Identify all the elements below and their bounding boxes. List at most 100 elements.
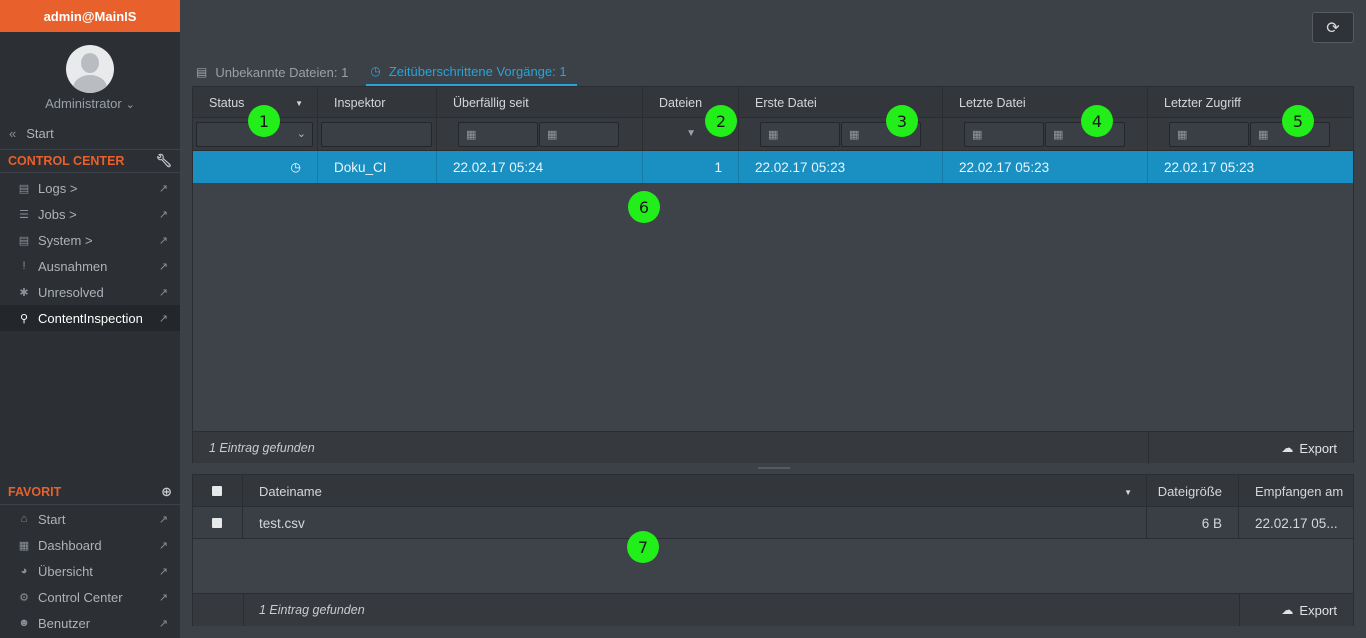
letzte-datei-from-date[interactable]: ▦: [964, 122, 1044, 147]
tab-zeitueberschrittene-vorgaenge[interactable]: ◷ Zeitüberschrittene Vorgänge: 1: [366, 58, 577, 86]
home-icon: ⌂: [20, 513, 28, 525]
calendar-icon: ▦: [1258, 129, 1269, 141]
external-link-icon[interactable]: ↗: [159, 591, 168, 604]
annotation-marker: 6: [628, 191, 660, 223]
cell-letzter-zugriff: 22.02.17 05:23: [1164, 159, 1255, 175]
column-header-dateigroesse[interactable]: Dateigröße: [1147, 475, 1239, 507]
caret-down-icon[interactable]: ▼: [295, 99, 303, 108]
wrench-icon[interactable]: 🔧︎: [155, 153, 172, 169]
annotation-marker: 7: [627, 531, 659, 563]
ueberfaellig-to-date[interactable]: ▦: [539, 122, 619, 147]
column-header-inspektor[interactable]: Inspektor: [318, 87, 437, 118]
tab-bar: ▤ Unbekannte Dateien: 1 ◷ Zeitüberschrit…: [192, 58, 585, 86]
column-header-letzte-datei[interactable]: Letzte Datei: [943, 87, 1148, 118]
favorit-header: FAVORIT ⊕: [0, 481, 180, 503]
external-link-icon[interactable]: ↗: [159, 312, 168, 325]
overdue-processes-grid: Status ▼ Inspektor Überfällig seit Dateie…: [192, 86, 1354, 464]
grid-footer: 1 Eintrag gefunden ☁ Export: [193, 431, 1353, 464]
user-menu[interactable]: Administrator ⌄: [0, 96, 180, 111]
sidebar-item-ausnahmen[interactable]: ! Ausnahmen ↗: [0, 253, 180, 279]
favorite-item-dashboard[interactable]: ▦ Dashboard ↗: [0, 532, 180, 558]
nav-back-start[interactable]: « Start: [9, 126, 54, 141]
letzter-zugriff-from-date[interactable]: ▦: [1169, 122, 1249, 147]
annotation-marker: 4: [1081, 105, 1113, 137]
inspektor-filter-input[interactable]: [321, 122, 432, 147]
favorite-item-uebersicht[interactable]: ◕ Übersicht ↗: [0, 558, 180, 584]
filter-funnel-icon[interactable]: ▼: [686, 128, 696, 139]
external-link-icon[interactable]: ↗: [159, 565, 168, 578]
splitter-handle[interactable]: [758, 467, 790, 469]
external-link-icon[interactable]: ↗: [159, 182, 168, 195]
row-checkbox[interactable]: [212, 518, 222, 528]
caret-down-icon[interactable]: ▼: [1124, 488, 1132, 497]
clock-icon: ◷: [290, 160, 301, 174]
record-count: 1 Eintrag gefunden: [209, 441, 315, 455]
external-link-icon[interactable]: ↗: [159, 539, 168, 552]
grid-header: Dateiname ▼ Dateigröße Empfangen am: [193, 475, 1353, 507]
files-grid: Dateiname ▼ Dateigröße Empfangen am test.…: [192, 474, 1354, 626]
calendar-icon: ▦: [1177, 129, 1188, 141]
cell-empfangen-am: 22.02.17 05...: [1255, 515, 1338, 531]
main-panel: ⟳ ▤ Unbekannte Dateien: 1 ◷ Zeitüberschr…: [180, 0, 1366, 638]
sidebar-item-logs[interactable]: ▤ Logs > ↗: [0, 175, 180, 201]
calendar-icon: ▦: [849, 129, 860, 141]
users-icon: ☻: [18, 617, 30, 629]
annotation-marker: 5: [1282, 105, 1314, 137]
sidebar-item-contentinspection[interactable]: ⚲ ContentInspection ↗: [0, 305, 180, 331]
external-link-icon[interactable]: ↗: [159, 286, 168, 299]
control-center-title: CONTROL CENTER: [8, 154, 125, 168]
cloud-download-icon: ☁: [1281, 603, 1294, 617]
export-button[interactable]: ☁ Export: [1281, 432, 1337, 464]
external-link-icon[interactable]: ↗: [159, 234, 168, 247]
column-header-ueberfaellig-seit[interactable]: Überfällig seit: [437, 87, 643, 118]
calendar-icon: ▦: [1053, 129, 1064, 141]
external-link-icon[interactable]: ↗: [159, 513, 168, 526]
sidebar-item-system[interactable]: ▤ System > ↗: [0, 227, 180, 253]
export-button[interactable]: ☁ Export: [1281, 594, 1337, 626]
external-link-icon[interactable]: ↗: [159, 617, 168, 630]
chevron-down-icon: ⌄: [125, 99, 135, 111]
table-row[interactable]: ◷ Doku_CI 22.02.17 05:24 1 22.02.17 05:2…: [193, 151, 1353, 183]
search-zoom-icon: ⚲: [19, 312, 29, 325]
erste-datei-from-date[interactable]: ▦: [760, 122, 840, 147]
grid-header: Status ▼ Inspektor Überfällig seit Dateie…: [193, 87, 1353, 118]
filter-row: ⌄ ▦ ▦ ▼ ▦ ▦ ▦ ▦ ▦ ▦: [193, 118, 1353, 151]
control-center-header: CONTROL CENTER 🔧︎: [0, 150, 180, 172]
cell-dateiname: test.csv: [243, 507, 1147, 539]
sidebar-item-jobs[interactable]: ☰ Jobs > ↗: [0, 201, 180, 227]
sidebar-item-unresolved[interactable]: ✱ Unresolved ↗: [0, 279, 180, 305]
column-header-letzter-zugriff[interactable]: Letzter Zugriff: [1148, 87, 1353, 118]
calendar-icon: ▦: [466, 129, 477, 141]
tab-unbekannte-dateien[interactable]: ▤ Unbekannte Dateien: 1: [192, 58, 358, 86]
asterisk-icon: ✱: [19, 286, 29, 299]
exclamation-icon: !: [22, 260, 26, 272]
external-link-icon[interactable]: ↗: [159, 260, 168, 273]
grid-icon: ▦: [18, 539, 30, 552]
cell-dateigroesse: 6 B: [1147, 507, 1239, 539]
column-header-dateiname[interactable]: Dateiname ▼: [243, 475, 1147, 507]
refresh-button[interactable]: ⟳: [1312, 12, 1354, 43]
select-all-cell: [193, 475, 243, 507]
favorite-item-benutzer[interactable]: ☻ Benutzer ↗: [0, 610, 180, 636]
ueberfaellig-from-date[interactable]: ▦: [458, 122, 538, 147]
table-row[interactable]: test.csv 6 B 22.02.17 05...: [193, 507, 1353, 539]
double-chevron-left-icon: «: [9, 126, 17, 141]
external-link-icon[interactable]: ↗: [159, 208, 168, 221]
cloud-download-icon: ☁: [1281, 441, 1294, 455]
select-all-checkbox[interactable]: [212, 486, 222, 496]
avatar[interactable]: [66, 45, 114, 93]
cell-ueberfaellig: 22.02.17 05:24: [437, 151, 643, 183]
favorite-item-control-center[interactable]: ⚙ Control Center ↗: [0, 584, 180, 610]
file-icon: ▤: [196, 65, 208, 79]
annotation-marker: 3: [886, 105, 918, 137]
refresh-icon: ⟳: [1326, 19, 1340, 37]
calendar-icon: ▦: [547, 129, 558, 141]
add-circle-icon[interactable]: ⊕: [161, 484, 172, 500]
cell-status: ◷: [193, 151, 318, 183]
cell-inspektor: Doku_CI: [318, 151, 437, 183]
calendar-icon: ▦: [768, 129, 779, 141]
favorite-item-start[interactable]: ⌂ Start ↗: [0, 506, 180, 532]
cell-dateien: 1: [643, 151, 739, 183]
pie-icon: ◕: [20, 565, 28, 577]
column-header-empfangen-am[interactable]: Empfangen am: [1239, 475, 1353, 507]
